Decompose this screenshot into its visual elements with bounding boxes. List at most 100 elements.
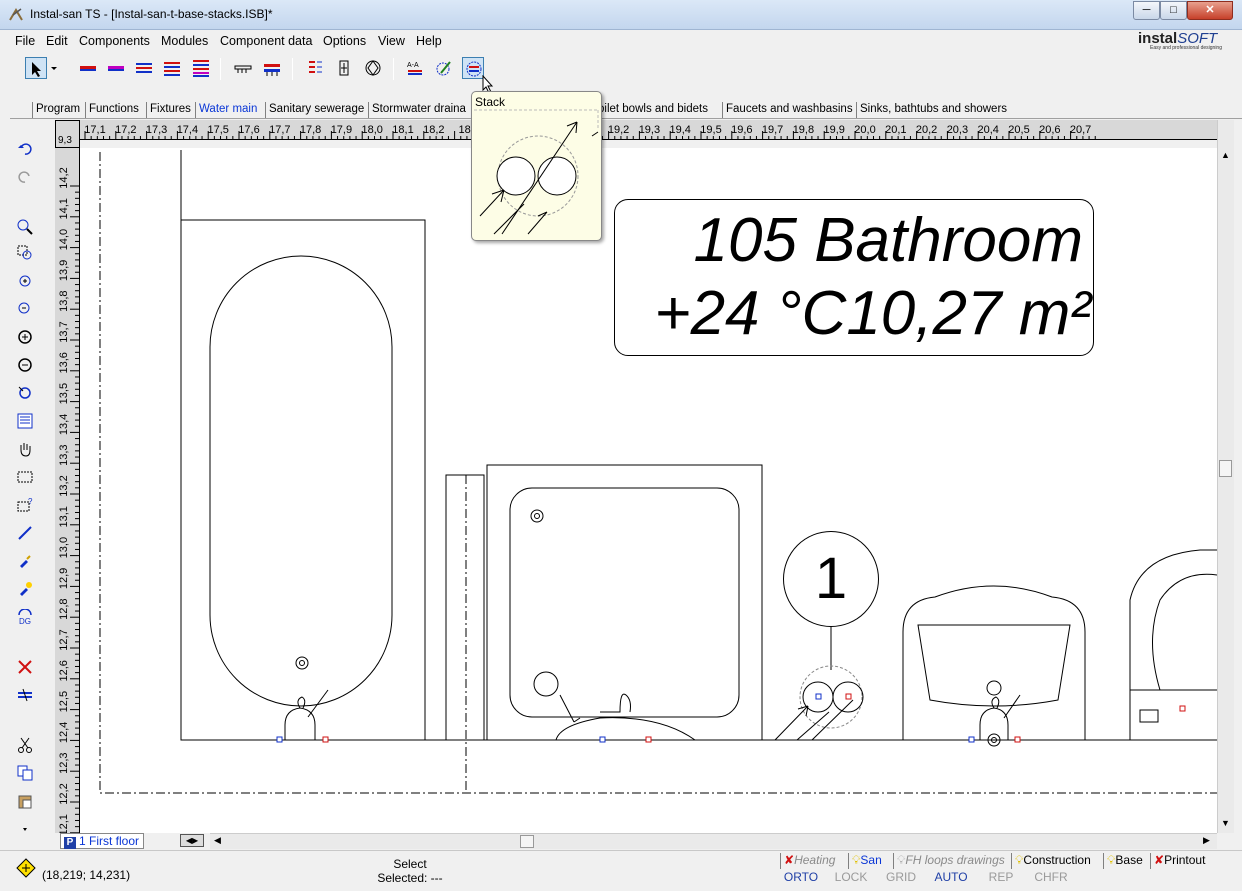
menu-file[interactable]: File bbox=[15, 34, 35, 48]
zoom-plus-icon[interactable] bbox=[14, 270, 36, 292]
flashlight-star-icon[interactable] bbox=[14, 578, 36, 600]
tab-toilet-bowls[interactable]: oilet bowls and bidets bbox=[594, 102, 711, 118]
bathtub-basin bbox=[209, 255, 393, 707]
maximize-button[interactable]: □ bbox=[1160, 1, 1187, 20]
delete-icon[interactable] bbox=[14, 656, 36, 678]
ruler-left-label: 14,0 bbox=[58, 229, 70, 250]
module-tab-printout[interactable]: ✘Printout bbox=[1150, 853, 1208, 869]
zoom-out-icon[interactable] bbox=[14, 298, 36, 320]
horizontal-scroll-thumb[interactable] bbox=[520, 835, 534, 848]
pan-hand-icon[interactable] bbox=[14, 438, 36, 460]
list-icon[interactable] bbox=[304, 57, 326, 79]
cut-icon[interactable] bbox=[14, 734, 36, 756]
close-button[interactable]: ✕ bbox=[1187, 1, 1233, 20]
tab-faucets[interactable]: Faucets and washbasins bbox=[722, 102, 856, 118]
valve-icon[interactable] bbox=[333, 57, 355, 79]
ruler-top-label: 17,8 bbox=[300, 124, 321, 136]
dropdown-icon[interactable] bbox=[48, 57, 60, 79]
vertical-scrollbar[interactable]: ▲ ▼ bbox=[1217, 120, 1234, 833]
paste-icon[interactable] bbox=[14, 790, 36, 812]
ruler-top-label: 19,9 bbox=[823, 124, 844, 136]
tab-water-main[interactable]: Water main bbox=[195, 102, 260, 118]
mode-grid[interactable]: GRID bbox=[877, 870, 925, 885]
mode-chfr[interactable]: CHFR bbox=[1027, 870, 1075, 885]
properties-icon[interactable] bbox=[14, 410, 36, 432]
menu-options[interactable]: Options bbox=[323, 34, 366, 48]
shaft-wall bbox=[445, 474, 485, 740]
menu-components[interactable]: Components bbox=[79, 34, 150, 48]
stack-number-bubble[interactable]: 1 bbox=[783, 531, 879, 627]
scroll-right-icon[interactable]: ▶ bbox=[1203, 835, 1210, 846]
app-icon bbox=[9, 8, 23, 21]
scroll-up-icon[interactable]: ▲ bbox=[1221, 150, 1230, 160]
pipe-triple-icon[interactable] bbox=[161, 57, 183, 79]
menu-edit[interactable]: Edit bbox=[46, 34, 68, 48]
select-arrow-icon[interactable] bbox=[25, 57, 47, 79]
floor-nav-buttons[interactable]: ◀▶ bbox=[180, 834, 204, 847]
instalsoft-logo: instalSOFT Easy and professional designi… bbox=[1136, 30, 1236, 52]
mode-auto[interactable]: AUTO bbox=[927, 870, 975, 885]
pipe-double-icon[interactable] bbox=[133, 57, 155, 79]
manifold-icon[interactable] bbox=[261, 57, 283, 79]
zoom-previous-icon[interactable] bbox=[14, 382, 36, 404]
mode-lock[interactable]: LOCK bbox=[827, 870, 875, 885]
menu-component-data[interactable]: Component data bbox=[220, 34, 312, 48]
select-query-icon[interactable]: ? bbox=[14, 494, 36, 516]
tab-program[interactable]: Program bbox=[32, 102, 83, 118]
pipe-quad-icon[interactable] bbox=[190, 57, 212, 79]
draw-line-icon[interactable] bbox=[14, 522, 36, 544]
module-tab-san[interactable]: 💡︎San bbox=[848, 853, 885, 869]
menu-view[interactable]: View bbox=[378, 34, 405, 48]
minimize-button[interactable]: ─ bbox=[1133, 1, 1160, 20]
module-tab-construction[interactable]: 💡︎Construction bbox=[1011, 853, 1094, 869]
section-aa-icon[interactable]: A-A bbox=[404, 57, 426, 79]
tab-fixtures[interactable]: Fixtures bbox=[146, 102, 194, 118]
tab-sanitary-sewerage[interactable]: Sanitary sewerage bbox=[265, 102, 367, 118]
stack-icon[interactable] bbox=[462, 57, 484, 79]
menu-bar: File Edit Components Modules Component d… bbox=[0, 30, 1242, 52]
washbasin-outline bbox=[902, 585, 1086, 740]
tab-stormwater-drainage[interactable]: Stormwater draina bbox=[368, 102, 469, 118]
floor-tab[interactable]: P1 First floor bbox=[60, 833, 144, 849]
menu-help[interactable]: Help bbox=[416, 34, 442, 48]
zoom-extents-icon[interactable] bbox=[14, 354, 36, 376]
module-tab-heating[interactable]: ✘Heating bbox=[780, 853, 838, 869]
redo-icon[interactable] bbox=[14, 166, 36, 188]
mode-orto[interactable]: ORTO bbox=[777, 870, 825, 885]
menu-modules[interactable]: Modules bbox=[161, 34, 208, 48]
scroll-down-icon[interactable]: ▼ bbox=[1221, 818, 1230, 828]
module-tab-base[interactable]: 💡︎Base bbox=[1103, 853, 1146, 869]
mode-rep[interactable]: REP bbox=[977, 870, 1025, 885]
dg-icon[interactable]: DG bbox=[14, 606, 36, 628]
tab-functions[interactable]: Functions bbox=[85, 102, 142, 118]
ruler-top-label: 18,2 bbox=[423, 124, 444, 136]
select-window-icon[interactable] bbox=[14, 466, 36, 488]
vertical-scroll-thumb[interactable] bbox=[1219, 460, 1232, 477]
tab-sinks[interactable]: Sinks, bathtubs and showers bbox=[856, 102, 1010, 118]
scroll-left-icon[interactable]: ◀ bbox=[214, 835, 221, 846]
ruler-top-label: 20,5 bbox=[1008, 124, 1029, 136]
pipe-red-icon[interactable] bbox=[77, 57, 99, 79]
undo-icon[interactable] bbox=[14, 138, 36, 160]
room-temp-area: +24 °C10,27 m² bbox=[654, 279, 1091, 348]
title-bar: Instal-san TS - [Instal-san-t-base-stack… bbox=[0, 0, 1242, 30]
room-label[interactable]: 105 Bathroom +24 °C10,27 m² bbox=[614, 199, 1094, 356]
module-tab-fh-loops[interactable]: 💡︎FH loops drawings bbox=[893, 853, 1008, 869]
flashlight-icon[interactable] bbox=[14, 550, 36, 572]
ruler-left-label: 13,3 bbox=[58, 444, 70, 465]
pencil-icon[interactable] bbox=[433, 57, 455, 79]
zoom-window-icon[interactable] bbox=[14, 242, 36, 264]
zoom-all-icon[interactable] bbox=[14, 326, 36, 348]
fixture-icon[interactable] bbox=[232, 57, 254, 79]
break-pipe-icon[interactable] bbox=[14, 684, 36, 706]
copy-icon[interactable] bbox=[14, 762, 36, 784]
ruler-corner[interactable]: 9,3 bbox=[55, 120, 80, 148]
pipe-magenta-icon[interactable] bbox=[105, 57, 127, 79]
zoom-in-icon[interactable] bbox=[14, 216, 36, 238]
ruler-top-label: 20,7 bbox=[1070, 124, 1091, 136]
horizontal-scrollbar[interactable]: ◀ ▶ bbox=[210, 833, 1217, 849]
ruler-top-label: 17,7 bbox=[269, 124, 290, 136]
more-down-icon[interactable] bbox=[14, 818, 36, 840]
ruler-top-label: 17,6 bbox=[238, 124, 259, 136]
pump-icon[interactable] bbox=[362, 57, 384, 79]
